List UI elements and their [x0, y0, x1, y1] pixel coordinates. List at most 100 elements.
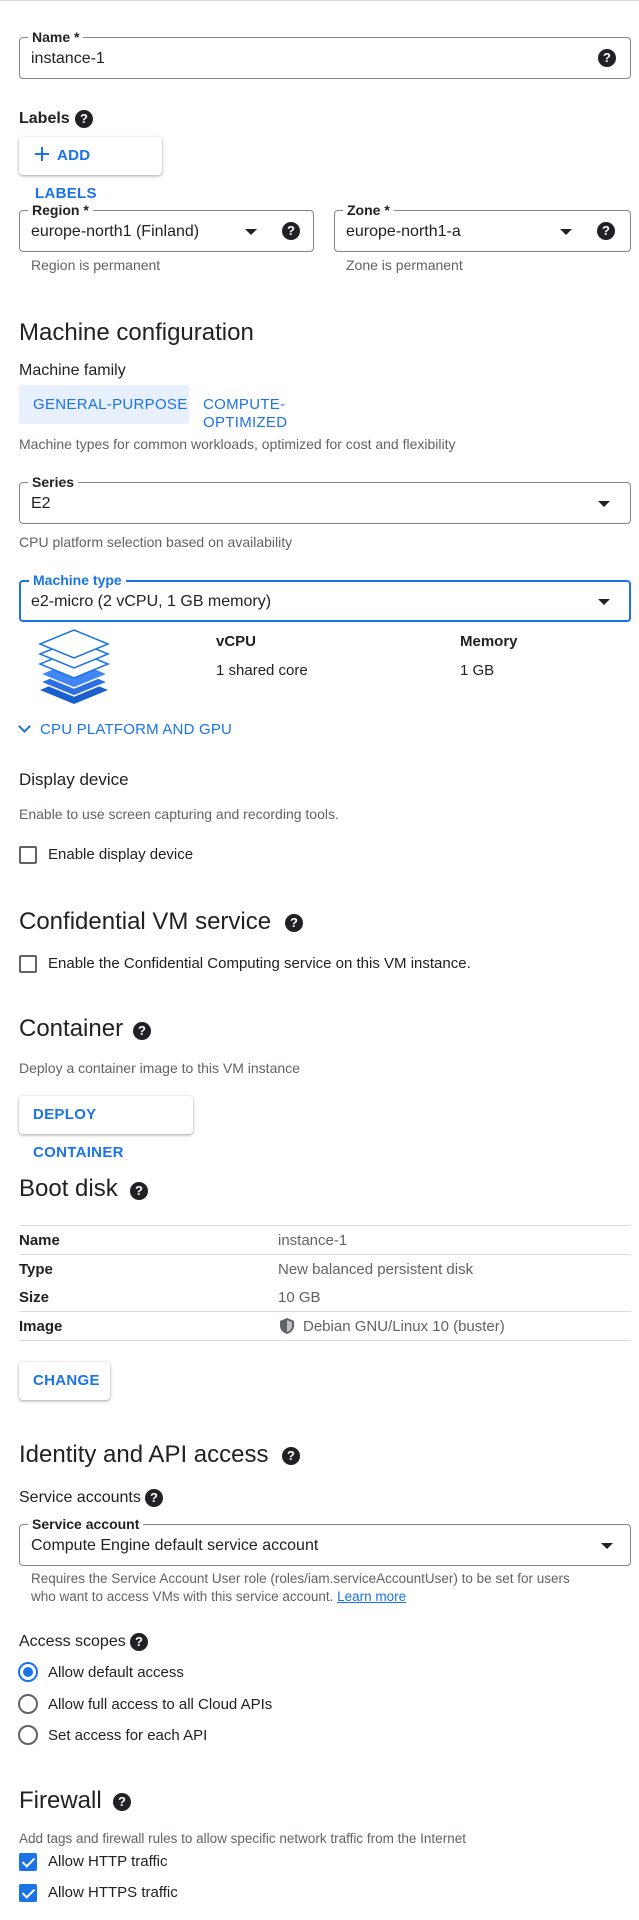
layers-icon: [38, 628, 110, 704]
change-boot-disk-button[interactable]: CHANGE: [19, 1362, 110, 1400]
boot-disk-key: Type: [19, 1261, 53, 1278]
name-field-label: Name *: [28, 29, 84, 45]
access-scopes-label: Access scopes: [19, 1633, 126, 1650]
region-label: Region *: [28, 202, 93, 218]
tab-general-purpose[interactable]: GENERAL-PURPOSE: [19, 385, 189, 424]
shield-icon: [280, 1318, 294, 1334]
change-boot-disk-label: CHANGE: [33, 1372, 100, 1389]
scope-each-label: Set access for each API: [48, 1727, 208, 1744]
service-account-note-line1: Requires the Service Account User role (…: [31, 1571, 570, 1586]
help-icon[interactable]: ?: [282, 222, 300, 240]
name-input[interactable]: instance-1: [31, 49, 105, 69]
service-account-note-text: who want to access VMs with this service…: [31, 1589, 334, 1604]
machine-family-label: Machine family: [19, 362, 126, 379]
boot-disk-key: Size: [19, 1289, 50, 1306]
scope-full-radio[interactable]: [18, 1694, 38, 1714]
series-select[interactable]: Series E2: [19, 474, 631, 524]
display-device-title: Display device: [19, 770, 129, 789]
allow-https-checkbox[interactable]: [19, 1884, 37, 1902]
scope-default-label: Allow default access: [48, 1664, 184, 1681]
vcpu-value: 1 shared core: [216, 662, 308, 679]
confidential-vm-checkbox[interactable]: [19, 955, 37, 973]
display-device-checkbox[interactable]: [19, 846, 37, 864]
scope-each-radio[interactable]: [18, 1725, 38, 1745]
help-icon[interactable]: ?: [597, 222, 615, 240]
help-icon[interactable]: ?: [130, 1633, 148, 1651]
series-label: Series: [28, 474, 79, 490]
tab-compute-optimized[interactable]: COMPUTE-OPTIMIZED: [189, 385, 369, 431]
display-device-description: Enable to use screen capturing and recor…: [19, 806, 339, 822]
series-value: E2: [31, 495, 51, 512]
series-hint: CPU platform selection based on availabi…: [19, 534, 293, 550]
table-row: Type New balanced persistent disk: [19, 1255, 631, 1284]
boot-disk-value: 10 GB: [278, 1289, 321, 1306]
deploy-container-button[interactable]: DEPLOY CONTAINER: [19, 1096, 193, 1161]
zone-label: Zone *: [343, 202, 394, 218]
caret-down-icon: [601, 1543, 613, 1549]
scope-default-radio[interactable]: [18, 1662, 38, 1682]
table-row: Name instance-1: [19, 1226, 631, 1255]
caret-down-icon: [245, 229, 257, 235]
region-hint: Region is permanent: [31, 257, 161, 273]
container-description: Deploy a container image to this VM inst…: [19, 1060, 300, 1076]
cpu-platform-expand-label: CPU PLATFORM AND GPU: [40, 721, 233, 738]
machine-config-title: Machine configuration: [19, 319, 254, 346]
machine-type-value: e2-micro (2 vCPU, 1 GB memory): [31, 593, 272, 610]
allow-http-label: Allow HTTP traffic: [48, 1853, 168, 1870]
top-divider: [0, 0, 639, 1]
plus-icon: [35, 147, 49, 161]
labels-title: Labels: [19, 110, 70, 127]
machine-type-select[interactable]: Machine type e2-micro (2 vCPU, 1 GB memo…: [19, 572, 631, 622]
help-icon[interactable]: ?: [282, 1447, 300, 1465]
help-icon[interactable]: ?: [133, 1022, 151, 1040]
help-icon[interactable]: ?: [130, 1182, 148, 1200]
vcpu-header: vCPU: [216, 633, 257, 650]
boot-disk-key: Image: [19, 1318, 63, 1335]
confidential-vm-title: Confidential VM service: [19, 908, 272, 935]
table-row: Size 10 GB: [19, 1283, 631, 1312]
deploy-container-label: DEPLOY CONTAINER: [33, 1106, 124, 1161]
caret-down-icon: [598, 501, 610, 507]
machine-type-label: Machine type: [29, 572, 126, 588]
help-icon[interactable]: ?: [75, 110, 93, 128]
allow-https-label: Allow HTTPS traffic: [48, 1884, 178, 1901]
container-title: Container: [19, 1015, 124, 1042]
tab-general-purpose-label: GENERAL-PURPOSE: [33, 396, 188, 413]
zone-hint: Zone is permanent: [346, 257, 463, 273]
memory-value: 1 GB: [460, 662, 495, 679]
service-account-note-line2: who want to access VMs with this service…: [31, 1588, 406, 1606]
tab-compute-optimized-label: COMPUTE-OPTIMIZED: [203, 396, 288, 431]
display-device-checkbox-label: Enable display device: [48, 846, 194, 863]
help-icon[interactable]: ?: [145, 1489, 163, 1507]
help-icon[interactable]: ?: [113, 1793, 131, 1811]
boot-disk-key: Name: [19, 1232, 60, 1249]
identity-title: Identity and API access: [19, 1441, 269, 1468]
firewall-title: Firewall: [19, 1787, 102, 1814]
zone-select[interactable]: Zone * europe-north1-a ?: [334, 202, 631, 252]
add-labels-button[interactable]: ADD LABELS: [19, 137, 162, 202]
zone-value: europe-north1-a: [346, 223, 461, 240]
boot-disk-title: Boot disk: [19, 1175, 118, 1202]
boot-disk-value: instance-1: [278, 1232, 348, 1249]
boot-disk-value: New balanced persistent disk: [278, 1261, 474, 1278]
chevron-down-icon: [18, 720, 31, 733]
learn-more-link[interactable]: Learn more: [337, 1589, 406, 1604]
memory-header: Memory: [460, 633, 518, 650]
help-icon[interactable]: ?: [598, 49, 616, 67]
service-account-select[interactable]: Service account Compute Engine default s…: [19, 1516, 631, 1566]
allow-http-checkbox[interactable]: [19, 1853, 37, 1871]
service-account-value: Compute Engine default service account: [31, 1537, 319, 1554]
caret-down-icon: [560, 229, 572, 235]
firewall-description: Add tags and firewall rules to allow spe…: [19, 1831, 466, 1846]
scope-full-label: Allow full access to all Cloud APIs: [48, 1696, 273, 1713]
boot-disk-value: Debian GNU/Linux 10 (buster): [303, 1318, 505, 1335]
name-field[interactable]: Name * instance-1 ?: [19, 29, 631, 79]
caret-down-icon: [598, 599, 610, 605]
service-account-label: Service account: [28, 1516, 144, 1532]
help-icon[interactable]: ?: [285, 914, 303, 932]
region-select[interactable]: Region * europe-north1 (Finland) ?: [19, 202, 314, 252]
table-row: Image Debian GNU/Linux 10 (buster): [19, 1312, 631, 1341]
region-value: europe-north1 (Finland): [31, 223, 200, 240]
machine-family-description: Machine types for common workloads, opti…: [19, 436, 456, 452]
service-accounts-label: Service accounts: [19, 1489, 141, 1506]
